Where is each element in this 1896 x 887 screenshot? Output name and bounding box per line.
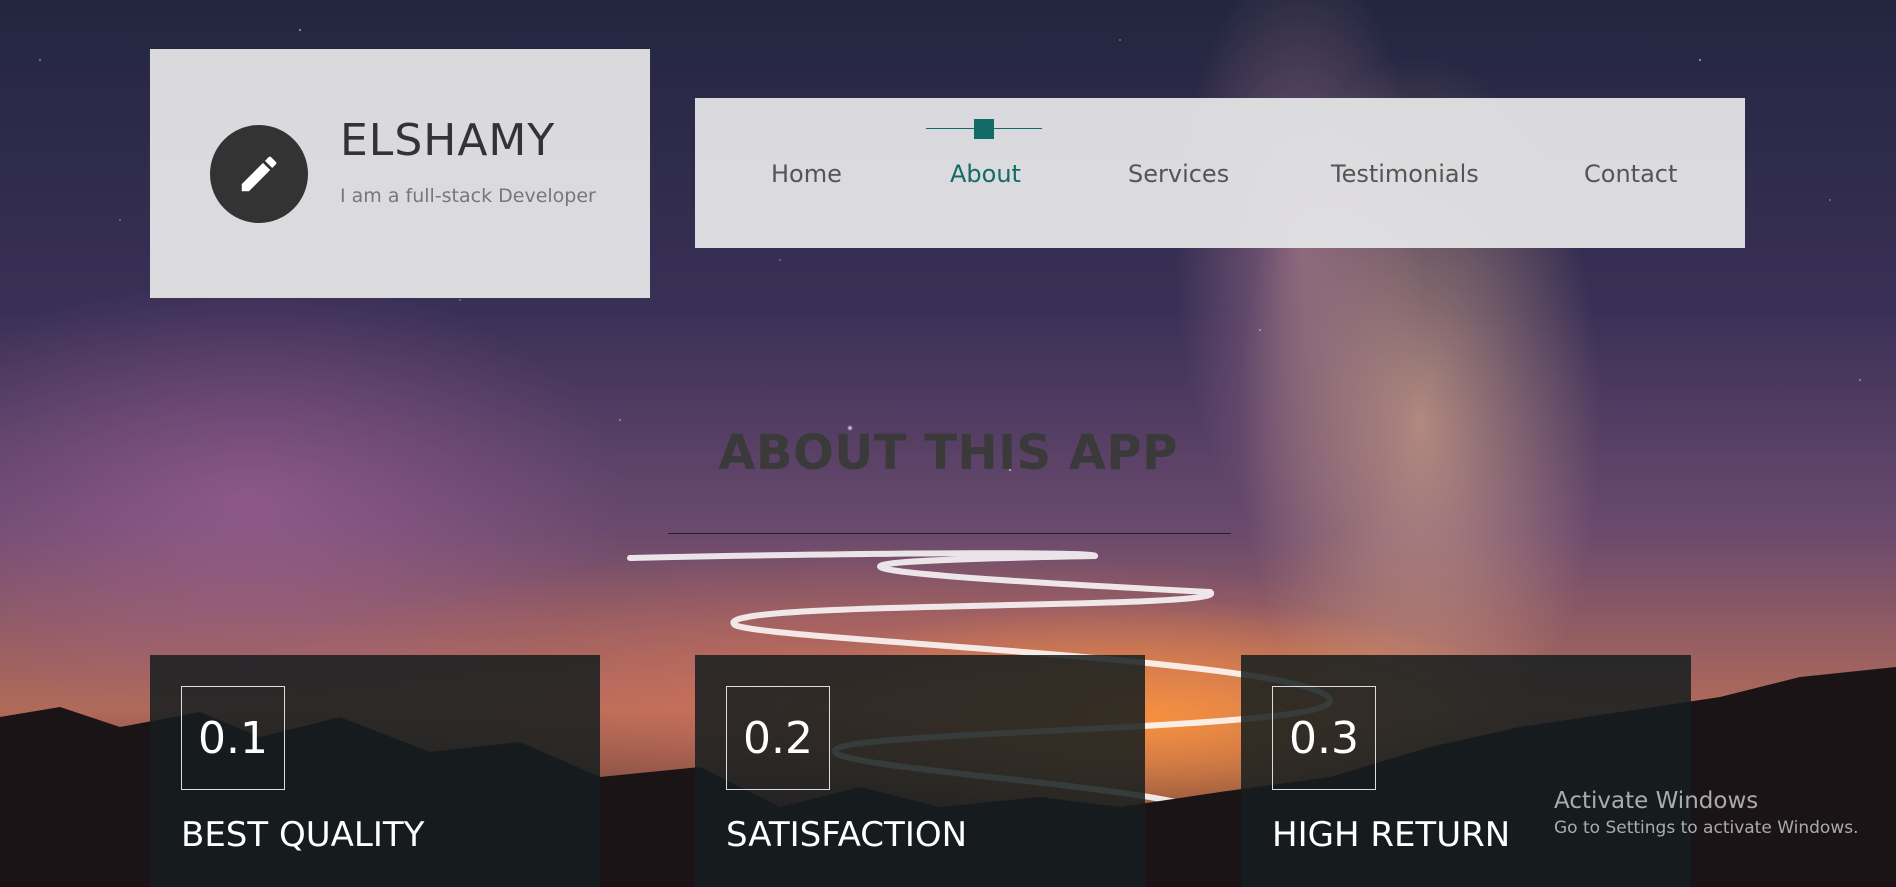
watermark-title: Activate Windows: [1554, 788, 1759, 814]
pencil-icon: [241, 156, 277, 192]
nav-home-link[interactable]: Home: [771, 160, 842, 188]
nav-contact-link[interactable]: Contact: [1584, 160, 1677, 188]
feature-card[interactable]: 0.2 SATISFACTION: [695, 655, 1145, 887]
windows-activation-watermark: Activate Windows Go to Settings to activ…: [1554, 788, 1859, 838]
section-divider: [668, 533, 1231, 534]
feature-number: 0.3: [1272, 686, 1376, 790]
brand-name[interactable]: ELSHAMY: [340, 115, 555, 166]
watermark-subtitle: Go to Settings to activate Windows.: [1554, 818, 1859, 838]
about-section-title: ABOUT THIS APP: [718, 425, 1178, 481]
brand-panel: ELSHAMY I am a full-stack Developer: [150, 49, 650, 298]
nav-services-link[interactable]: Services: [1128, 160, 1229, 188]
brand-logo[interactable]: [210, 125, 308, 223]
feature-card[interactable]: 0.3 HIGH RETURN: [1241, 655, 1691, 887]
nav-testimonials-link[interactable]: Testimonials: [1331, 160, 1479, 188]
feature-number: 0.2: [726, 686, 830, 790]
feature-card[interactable]: 0.1 BEST QUALITY: [150, 655, 600, 887]
feature-title: BEST QUALITY: [181, 815, 425, 855]
active-nav-indicator: [926, 119, 1042, 139]
main-navigation: Home About Services Testimonials Contact: [695, 98, 1745, 248]
indicator-square: [974, 119, 994, 139]
brand-tagline: I am a full-stack Developer: [340, 185, 596, 207]
feature-title: HIGH RETURN: [1272, 815, 1511, 855]
nav-about-link[interactable]: About: [950, 160, 1021, 188]
feature-title: SATISFACTION: [726, 815, 968, 855]
feature-number: 0.1: [181, 686, 285, 790]
